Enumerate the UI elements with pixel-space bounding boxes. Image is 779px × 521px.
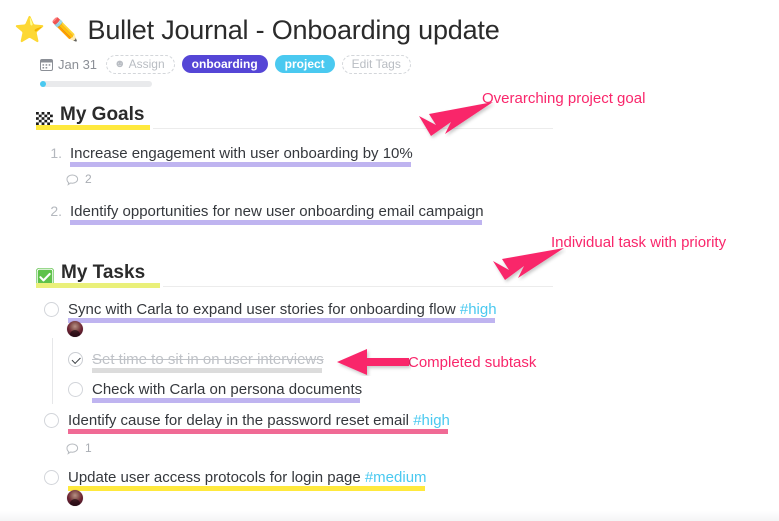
annotation-label-3: Completed subtask <box>408 354 537 371</box>
task-label: Identify cause for delay in the password… <box>68 412 410 429</box>
section-title[interactable]: My Tasks <box>61 262 145 284</box>
goal-text[interactable]: Identify opportunities for new user onbo… <box>70 202 484 225</box>
heading-highlight <box>36 125 150 130</box>
tag-label: project <box>284 57 325 71</box>
task-text[interactable]: Identify cause for delay in the password… <box>68 411 450 434</box>
comment-bubble-icon <box>66 173 79 186</box>
task-text[interactable]: Update user access protocols for login p… <box>68 468 427 491</box>
subtask-checkbox[interactable] <box>68 382 83 397</box>
heading-highlight <box>36 283 160 288</box>
person-icon: ☻ <box>114 57 126 70</box>
section-my-goals: My Goals <box>0 104 779 130</box>
goal-label: Increase engagement with user onboarding… <box>70 145 413 162</box>
section-heading: My Goals <box>0 104 779 130</box>
subtask-checkbox-checked[interactable] <box>68 352 83 367</box>
task-row-2[interactable]: Identify cause for delay in the password… <box>44 411 450 434</box>
subtask-guide-line <box>52 338 53 404</box>
bottom-bar <box>0 511 779 521</box>
document-header: ⭐ ✏️ Bullet Journal - Onboarding update … <box>0 0 779 87</box>
annotation-arrow-2 <box>493 248 564 280</box>
task-label: Update user access protocols for login p… <box>68 469 361 486</box>
task-checkbox[interactable] <box>44 470 59 485</box>
annotation-label-1: Overarching project goal <box>482 90 646 107</box>
tag-label: onboarding <box>191 57 258 71</box>
annotation-arrow-3 <box>337 349 409 375</box>
goal-label: Identify opportunities for new user onbo… <box>70 203 484 220</box>
task-text[interactable]: Sync with Carla to expand user stories f… <box>68 300 497 323</box>
priority-tag[interactable]: #high <box>413 412 450 429</box>
title-row: ⭐ ✏️ Bullet Journal - Onboarding update <box>0 0 779 50</box>
goal-item-1[interactable]: 1. Increase engagement with user onboard… <box>42 144 413 167</box>
goal-text[interactable]: Increase engagement with user onboarding… <box>70 144 413 167</box>
assign-button[interactable]: ☻ Assign <box>106 54 175 74</box>
text-highlight <box>92 398 360 403</box>
subtask-row-2[interactable]: Check with Carla on persona documents <box>68 380 363 403</box>
text-highlight <box>92 368 322 373</box>
subtask-label: Check with Carla on persona documents <box>92 381 363 398</box>
task-checkbox[interactable] <box>44 302 59 317</box>
tag-onboarding[interactable]: onboarding <box>181 55 268 73</box>
section-my-tasks: My Tasks <box>0 262 779 288</box>
list-number: 2. <box>50 203 62 219</box>
section-heading: My Tasks <box>0 262 779 288</box>
comment-count: 2 <box>85 172 92 186</box>
checkered-flag-icon <box>36 112 53 125</box>
annotation-label-2: Individual task with priority <box>551 234 727 251</box>
goal-1-comments[interactable]: 2 <box>66 172 92 186</box>
task-2-comments[interactable]: 1 <box>66 441 92 455</box>
text-highlight <box>70 220 482 225</box>
pencil-icon: ✏️ <box>51 17 79 42</box>
avatar[interactable] <box>67 490 83 506</box>
task-row-1[interactable]: Sync with Carla to expand user stories f… <box>44 300 497 323</box>
due-date[interactable]: Jan 31 <box>58 57 97 72</box>
task-row-3[interactable]: Update user access protocols for login p… <box>44 468 427 491</box>
annotation-arrow-1 <box>419 102 493 136</box>
goal-item-2[interactable]: 2. Identify opportunities for new user o… <box>42 202 484 225</box>
task-checkbox[interactable] <box>44 413 59 428</box>
priority-tag[interactable]: #medium <box>365 469 427 486</box>
edit-tags-button[interactable]: Edit Tags <box>341 54 411 74</box>
list-number: 1. <box>50 145 62 161</box>
document-page: ⭐ ✏️ Bullet Journal - Onboarding update … <box>0 0 779 521</box>
task-label: Sync with Carla to expand user stories f… <box>68 301 456 318</box>
comment-count: 1 <box>85 441 92 455</box>
assign-label: Assign <box>128 57 165 71</box>
page-title[interactable]: Bullet Journal - Onboarding update <box>88 15 500 46</box>
tag-project[interactable]: project <box>274 55 335 73</box>
progress-bar[interactable] <box>40 81 152 87</box>
subtask-label: Set time to sit in on user interviews <box>92 351 324 368</box>
text-highlight <box>68 486 425 491</box>
avatar[interactable] <box>67 321 83 337</box>
progress-bar-fill <box>40 81 46 87</box>
section-title[interactable]: My Goals <box>60 104 144 126</box>
priority-tag[interactable]: #high <box>460 301 497 318</box>
calendar-icon[interactable] <box>40 58 53 71</box>
subtask-text[interactable]: Set time to sit in on user interviews <box>92 350 324 373</box>
comment-bubble-icon <box>66 442 79 455</box>
subtask-row-1[interactable]: Set time to sit in on user interviews <box>68 350 324 373</box>
document-metadata-row: Jan 31 ☻ Assign onboarding project Edit … <box>0 54 779 74</box>
subtask-text[interactable]: Check with Carla on persona documents <box>92 380 363 403</box>
star-icon[interactable]: ⭐ <box>14 17 45 43</box>
text-highlight <box>68 318 495 323</box>
text-highlight <box>70 162 411 167</box>
text-highlight <box>68 429 448 434</box>
